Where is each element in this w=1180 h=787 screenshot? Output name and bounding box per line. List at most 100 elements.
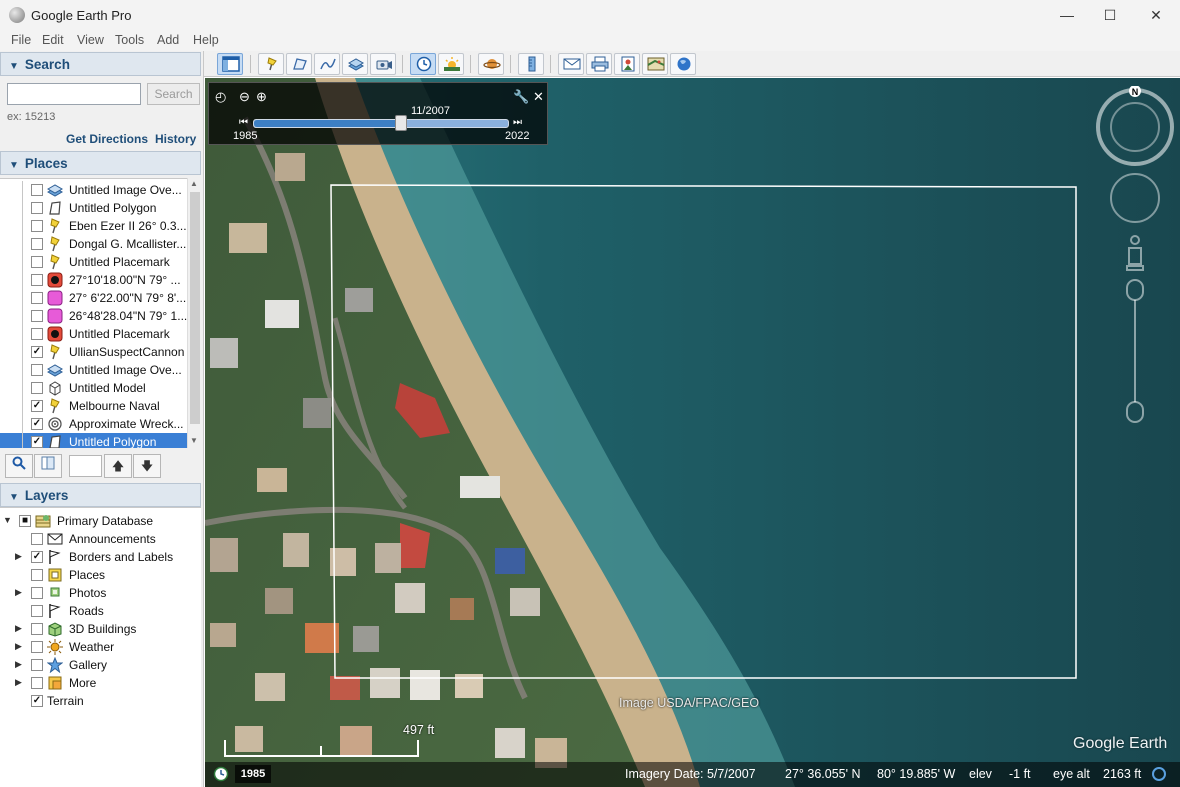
expand-arrow-icon[interactable]: ▼	[3, 515, 12, 525]
expand-arrow-icon[interactable]: ▶	[15, 623, 22, 634]
visibility-checkbox[interactable]: ✓	[31, 418, 43, 430]
places-tree-item[interactable]: ✓ Melbourne Naval	[0, 397, 187, 415]
historical-imagery-button[interactable]	[410, 53, 436, 75]
places-tree-item[interactable]: 27° 6'22.00"N 79° 8'...	[0, 289, 187, 307]
layer-checkbox[interactable]	[31, 605, 43, 617]
add-path-button[interactable]	[314, 53, 340, 75]
visibility-checkbox[interactable]	[31, 292, 43, 304]
close-button[interactable]: ✕	[1133, 0, 1179, 31]
scroll-down-arrow-icon[interactable]: ▼	[190, 436, 198, 445]
visibility-checkbox[interactable]	[31, 364, 43, 376]
layers-tree-item[interactable]: ▶ Photos	[0, 584, 201, 602]
menu-tools[interactable]: Tools	[115, 33, 144, 47]
expand-arrow-icon[interactable]: ▶	[15, 587, 22, 598]
menu-view[interactable]: View	[77, 33, 104, 47]
historical-imagery-year[interactable]: 1985	[235, 765, 271, 783]
step-back-icon[interactable]: ⏮	[239, 117, 248, 128]
look-ring[interactable]	[1096, 88, 1174, 166]
zoom-out-time-icon[interactable]: ⊖	[239, 89, 250, 105]
zoom-in-icon[interactable]	[1126, 279, 1144, 301]
map-view[interactable]: ◴ ⊖ ⊕ 🔧 ✕ 11/2007 ⏮ ⏭ 1985 2022 N Image …	[205, 78, 1180, 787]
minimize-button[interactable]: —	[1044, 0, 1090, 31]
places-tree-item[interactable]: Untitled Model	[0, 379, 187, 397]
clock-icon[interactable]: ◴	[215, 89, 226, 105]
history-link[interactable]: History	[155, 132, 196, 146]
layers-tree-item[interactable]: ▶ Weather	[0, 638, 201, 656]
layers-tree-item[interactable]: ▼ ■ Primary Database	[0, 512, 201, 530]
visibility-checkbox[interactable]: ✓	[31, 436, 43, 448]
places-tree-item[interactable]: Untitled Placemark	[0, 325, 187, 343]
zoom-slider[interactable]	[1126, 279, 1144, 423]
layers-tree-item[interactable]: ▶ ✓ Borders and Labels	[0, 548, 201, 566]
expand-arrow-icon[interactable]: ▶	[15, 551, 22, 562]
places-tree-item[interactable]: 27°10'18.00"N 79° ...	[0, 271, 187, 289]
visibility-checkbox[interactable]	[31, 238, 43, 250]
zoom-out-icon[interactable]	[1126, 401, 1144, 423]
search-button[interactable]: Search	[147, 83, 200, 105]
navigation-controls[interactable]: N	[1093, 86, 1179, 426]
google-earth-web-button[interactable]	[670, 53, 696, 75]
layer-checkbox[interactable]: ✓	[31, 695, 43, 707]
visibility-checkbox[interactable]	[31, 256, 43, 268]
sidebar-toggle-button[interactable]	[217, 53, 243, 75]
layer-checkbox[interactable]	[31, 569, 43, 581]
layers-tree-item[interactable]: Places	[0, 566, 201, 584]
layers-tree-item[interactable]: ✓ Terrain	[0, 692, 201, 710]
visibility-checkbox[interactable]	[31, 274, 43, 286]
menu-help[interactable]: Help	[193, 33, 219, 47]
layers-tree-item[interactable]: ▶ More	[0, 674, 201, 692]
time-slider-thumb[interactable]	[395, 115, 408, 131]
places-tree-item[interactable]: ✓ Approximate Wreck...	[0, 415, 187, 433]
email-button[interactable]	[558, 53, 584, 75]
layer-checkbox[interactable]	[31, 533, 43, 545]
places-tree-item[interactable]: Untitled Placemark	[0, 253, 187, 271]
places-tree-item[interactable]: Untitled Polygon	[0, 199, 187, 217]
add-polygon-button[interactable]	[286, 53, 312, 75]
places-search-button[interactable]	[5, 454, 33, 478]
view-in-maps-button[interactable]	[642, 53, 668, 75]
street-view-pegman-icon[interactable]	[1126, 235, 1144, 271]
visibility-checkbox[interactable]	[31, 328, 43, 340]
ruler-button[interactable]	[518, 53, 544, 75]
places-tree[interactable]: Untitled Image Ove... Untitled Polygon Ebe…	[0, 178, 201, 448]
layers-tree-item[interactable]: ▶ Gallery	[0, 656, 201, 674]
get-directions-link[interactable]: Get Directions	[66, 132, 148, 146]
layer-checkbox[interactable]	[31, 623, 43, 635]
visibility-checkbox[interactable]: ✓	[31, 400, 43, 412]
expand-arrow-icon[interactable]: ▶	[15, 677, 22, 688]
places-panel-header[interactable]: ▼ Places	[0, 151, 201, 175]
wrench-icon[interactable]: 🔧	[513, 89, 529, 105]
places-scrollbar[interactable]: ▲ ▼	[187, 178, 201, 448]
close-slider-icon[interactable]: ✕	[533, 89, 544, 105]
visibility-checkbox[interactable]	[31, 382, 43, 394]
visibility-checkbox[interactable]	[31, 202, 43, 214]
add-placemark-button[interactable]	[258, 53, 284, 75]
places-tree-item[interactable]: ✓ UllianSuspectCannon	[0, 343, 187, 361]
move-up-button[interactable]: 🡅	[104, 454, 132, 478]
layer-checkbox[interactable]	[31, 677, 43, 689]
menu-edit[interactable]: Edit	[42, 33, 64, 47]
switch-planet-button[interactable]	[478, 53, 504, 75]
move-joystick[interactable]	[1110, 173, 1160, 223]
visibility-checkbox[interactable]: ✓	[31, 346, 43, 358]
time-slider-track[interactable]	[253, 119, 509, 128]
scroll-thumb[interactable]	[190, 192, 200, 424]
layer-checkbox[interactable]: ■	[19, 515, 31, 527]
expand-arrow-icon[interactable]: ▶	[15, 641, 22, 652]
look-joystick[interactable]	[1110, 102, 1160, 152]
visibility-checkbox[interactable]	[31, 310, 43, 322]
save-image-button[interactable]	[614, 53, 640, 75]
places-tree-item[interactable]: Dongal G. Mcallister...	[0, 235, 187, 253]
places-order-field[interactable]	[69, 455, 102, 477]
step-forward-icon[interactable]: ⏭	[513, 117, 522, 128]
search-input[interactable]	[7, 83, 141, 105]
layer-checkbox[interactable]	[31, 659, 43, 671]
places-tree-item[interactable]: Eben Ezer II 26° 0.3...	[0, 217, 187, 235]
add-image-overlay-button[interactable]	[342, 53, 368, 75]
layers-panel-header[interactable]: ▼ Layers	[0, 483, 201, 507]
places-tree-item[interactable]: Untitled Image Ove...	[0, 181, 187, 199]
layers-tree-item[interactable]: Announcements	[0, 530, 201, 548]
layers-tree-item[interactable]: Roads	[0, 602, 201, 620]
historical-imagery-icon[interactable]	[213, 766, 229, 782]
toggle-panel-button[interactable]	[34, 454, 62, 478]
